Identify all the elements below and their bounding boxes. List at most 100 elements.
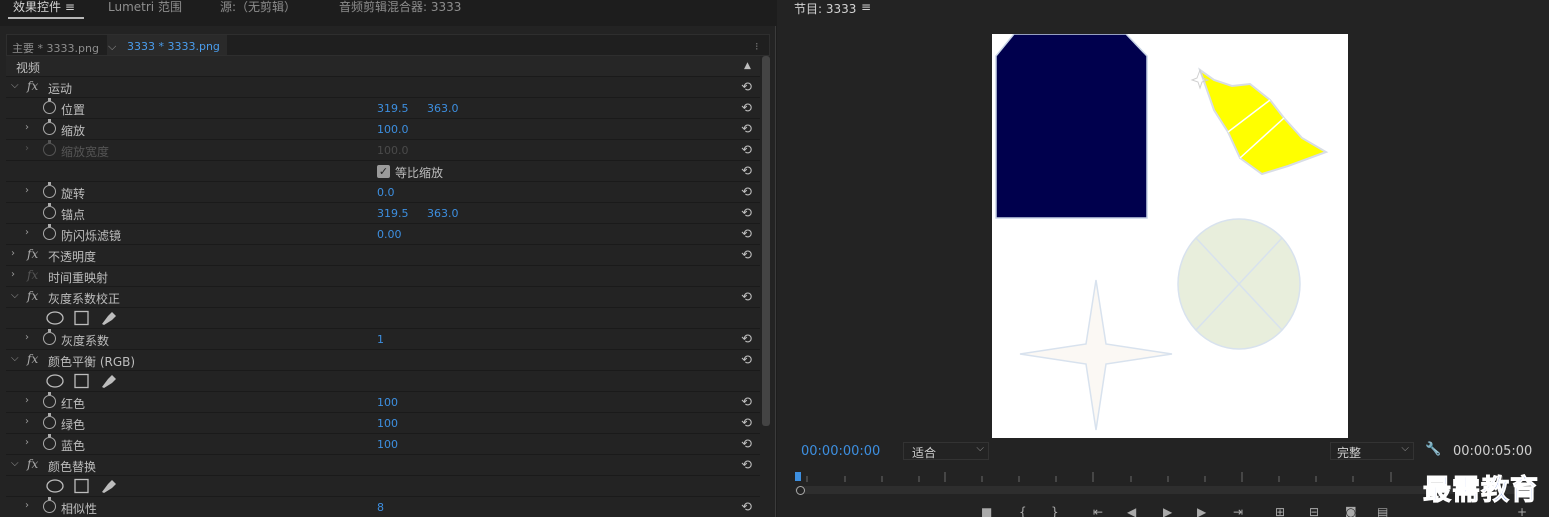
rect-mask-icon[interactable] [74, 373, 89, 389]
mark-in-icon[interactable]: { [1019, 505, 1027, 517]
ellipse-mask-icon[interactable] [46, 479, 64, 493]
ellipse-mask-icon[interactable] [46, 311, 64, 325]
mark-out-icon[interactable]: } [1051, 505, 1059, 517]
step-back-icon[interactable]: ◀ [1127, 505, 1136, 517]
chevron-down-icon[interactable]: ⌵ [11, 353, 21, 365]
reset-icon[interactable]: ⟲ [741, 164, 752, 179]
stopwatch-icon[interactable] [43, 392, 56, 408]
chevron-right-icon[interactable]: › [25, 332, 35, 344]
insert-icon[interactable]: ⊞ [1275, 505, 1285, 517]
effect-row-opacity[interactable]: › fx 不透明度 ⟲ [6, 245, 760, 266]
fx-icon[interactable]: fx [27, 247, 38, 261]
chevron-right-icon[interactable]: › [25, 185, 35, 197]
add-marker-icon[interactable]: ■ [981, 505, 992, 517]
reset-icon[interactable]: ⟲ [741, 353, 752, 368]
rect-mask-icon[interactable] [74, 310, 89, 326]
stopwatch-icon[interactable] [43, 119, 56, 135]
reset-icon[interactable]: ⟲ [741, 332, 752, 347]
effect-row-motion[interactable]: ⌵ fx 运动 ⟲ [6, 77, 760, 98]
stopwatch-icon[interactable] [43, 413, 56, 429]
collapse-up-icon[interactable]: ▲ [744, 61, 751, 71]
param-row-gamma[interactable]: › 灰度系数 1 ⟲ [6, 329, 760, 350]
chevron-right-icon[interactable]: › [25, 395, 35, 407]
chevron-right-icon[interactable]: › [25, 500, 35, 512]
reset-icon[interactable]: ⟲ [741, 227, 752, 242]
fx-icon[interactable]: fx [27, 457, 38, 471]
param-row-position[interactable]: 位置 319.5 363.0 ⟲ [6, 98, 760, 119]
flicker-value[interactable]: 0.00 [377, 228, 402, 241]
reset-icon[interactable]: ⟲ [741, 458, 752, 473]
expand-panel-icon[interactable]: ⁝ [755, 40, 759, 53]
program-canvas[interactable] [992, 34, 1348, 438]
wrench-icon[interactable]: 🔧 [1425, 442, 1441, 457]
anchor-x-value[interactable]: 319.5 [377, 207, 409, 220]
param-row-red[interactable]: › 红色 100 ⟲ [6, 392, 760, 413]
playhead-timecode[interactable]: 00:00:00:00 [801, 444, 880, 459]
pen-mask-icon[interactable] [102, 480, 116, 493]
go-to-out-icon[interactable]: ⇥ [1233, 505, 1243, 517]
reset-icon[interactable]: ⟲ [741, 437, 752, 452]
tab-lumetri-scopes[interactable]: Lumetri 范围 [108, 0, 182, 22]
reset-icon[interactable]: ⟲ [741, 206, 752, 221]
param-row-rotation[interactable]: › 旋转 0.0 ⟲ [6, 182, 760, 203]
rect-mask-icon[interactable] [74, 478, 89, 494]
effect-row-gamma-correction[interactable]: ⌵ fx 灰度系数校正 ⟲ [6, 287, 760, 308]
zoom-scroll-handle[interactable] [796, 486, 805, 495]
similarity-value[interactable]: 8 [377, 501, 384, 514]
reset-icon[interactable]: ⟲ [741, 290, 752, 305]
program-monitor-title[interactable]: 节目: 3333 [794, 0, 856, 17]
position-y-value[interactable]: 363.0 [427, 102, 459, 115]
position-x-value[interactable]: 319.5 [377, 102, 409, 115]
green-value[interactable]: 100 [377, 417, 398, 430]
reset-icon[interactable]: ⟲ [741, 122, 752, 137]
step-forward-icon[interactable]: ▶ [1197, 505, 1206, 517]
anchor-y-value[interactable]: 363.0 [427, 207, 459, 220]
play-icon[interactable]: ▶ [1163, 505, 1172, 517]
uniform-scale-checkbox[interactable]: ✓ [377, 165, 390, 178]
tab-audio-clip-mixer[interactable]: 音频剪辑混合器: 3333 [339, 0, 461, 22]
stopwatch-icon[interactable] [43, 497, 56, 513]
chevron-down-icon[interactable]: ⌵ [11, 80, 21, 92]
stopwatch-icon[interactable] [43, 182, 56, 198]
overwrite-icon[interactable]: ⊟ [1309, 505, 1319, 517]
zoom-select[interactable]: 适合 ⌵ [903, 442, 989, 460]
reset-icon[interactable]: ⟲ [741, 416, 752, 431]
stopwatch-icon[interactable] [43, 203, 56, 219]
param-row-blue[interactable]: › 蓝色 100 ⟲ [6, 434, 760, 455]
scale-value[interactable]: 100.0 [377, 123, 409, 136]
param-row-similarity[interactable]: › 相似性 8 ⟲ [6, 497, 760, 517]
reset-icon[interactable]: ⟲ [741, 143, 752, 158]
pen-mask-icon[interactable] [102, 312, 116, 325]
chevron-right-icon[interactable]: › [11, 248, 21, 260]
master-clip-label[interactable]: 主要 * 3333.png [12, 40, 99, 56]
chevron-right-icon[interactable]: › [25, 416, 35, 428]
chevron-down-icon[interactable]: ⌵ [108, 40, 116, 54]
chevron-down-icon[interactable]: ⌵ [11, 290, 21, 302]
effect-row-color-replace[interactable]: ⌵ fx 颜色替换 ⟲ [6, 455, 760, 476]
resolution-select[interactable]: 完整 ⌵ [1330, 442, 1414, 460]
fx-icon[interactable]: fx [27, 352, 38, 366]
pen-mask-icon[interactable] [102, 375, 116, 388]
chevron-down-icon[interactable]: ⌵ [11, 458, 21, 470]
param-row-flicker[interactable]: › 防闪烁滤镜 0.00 ⟲ [6, 224, 760, 245]
go-to-in-icon[interactable]: ⇤ [1093, 505, 1103, 517]
tab-menu-icon[interactable]: ≡ [65, 0, 75, 14]
sequence-clip-label[interactable]: 3333 * 3333.png [127, 40, 220, 53]
fx-icon[interactable]: fx [27, 79, 38, 93]
reset-icon[interactable]: ⟲ [741, 101, 752, 116]
param-row-anchor[interactable]: 锚点 319.5 363.0 ⟲ [6, 203, 760, 224]
button-editor-icon[interactable]: ▤ [1377, 505, 1388, 517]
panel-menu-icon[interactable]: ≡ [861, 0, 871, 14]
reset-icon[interactable]: ⟲ [741, 185, 752, 200]
effect-row-color-balance[interactable]: ⌵ fx 颜色平衡 (RGB) ⟲ [6, 350, 760, 371]
ellipse-mask-icon[interactable] [46, 374, 64, 388]
stopwatch-icon[interactable] [43, 224, 56, 240]
gamma-value[interactable]: 1 [377, 333, 384, 346]
effect-row-time-remap[interactable]: › fx 时间重映射 [6, 266, 760, 287]
chevron-right-icon[interactable]: › [25, 122, 35, 134]
chevron-right-icon[interactable]: › [25, 227, 35, 239]
reset-icon[interactable]: ⟲ [741, 395, 752, 410]
chevron-right-icon[interactable]: › [25, 437, 35, 449]
stopwatch-icon[interactable] [43, 98, 56, 114]
playhead-marker[interactable] [795, 472, 801, 481]
